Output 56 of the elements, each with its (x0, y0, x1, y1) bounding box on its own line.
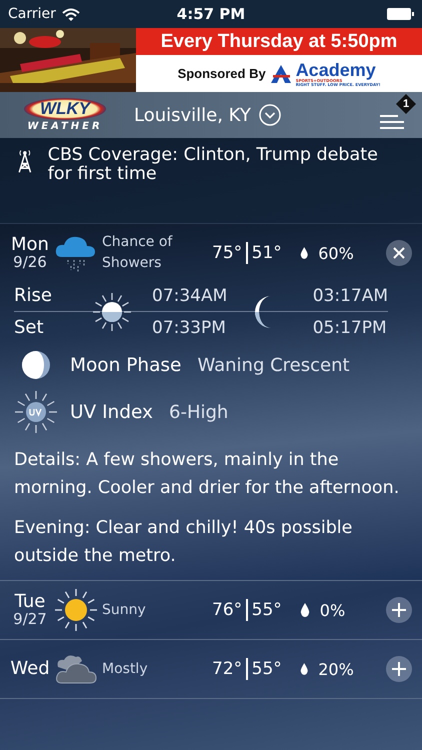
plus-icon (392, 603, 406, 617)
day-date: 9/26 (13, 254, 47, 270)
status-time: 4:57 PM (176, 5, 246, 23)
news-headline[interactable]: CBS Coverage: Clinton, Trump debate for first time (48, 146, 406, 184)
brand-name: Academy (296, 60, 376, 78)
expand-button[interactable] (386, 597, 412, 623)
rise-label: Rise (14, 284, 53, 308)
precip-chance: 20% (318, 660, 354, 678)
day-date: 9/27 (13, 612, 47, 628)
wifi-icon (62, 8, 80, 20)
raindrop-icon (300, 246, 308, 260)
battery-icon (386, 8, 414, 20)
moon-phase-label: Moon Phase (70, 354, 182, 376)
sun-icon (54, 588, 98, 632)
condition-text: Mostly (102, 660, 149, 678)
chevron-down-icon (258, 104, 281, 126)
carrier-name: Carrier (8, 6, 56, 22)
day-name: Tue (14, 592, 46, 612)
expand-button[interactable] (386, 656, 412, 682)
low-temp: 51° (252, 243, 282, 263)
moon-phase-value: Waning Crescent (197, 354, 350, 376)
day-name: Wed (10, 660, 50, 678)
location-selector[interactable]: Louisville, KY (134, 104, 281, 126)
forecast-paragraph: Evening: Clear and chilly! 40s possible outside the metro. (14, 517, 354, 568)
collapse-button[interactable] (386, 240, 412, 266)
low-temp: 55° (252, 659, 282, 679)
high-temp: 75° (212, 243, 242, 263)
precip-chance: 60% (318, 244, 354, 262)
condition-text: Sunny (102, 600, 147, 620)
uv-index-label: UV Index (70, 402, 154, 422)
logo-badge: WLKY (24, 98, 106, 120)
forecast-paragraph: Details: A few showers, mainly in the morning. Cooler and drier for the afternoon. (14, 449, 400, 500)
moonset-time: 05:17PM (312, 317, 388, 340)
close-icon (393, 247, 405, 259)
condition-text: Chance of Showers (102, 233, 174, 273)
moon-phase-icon (21, 350, 51, 380)
uv-index-value: 6-High (169, 402, 228, 422)
high-temp: 72° (212, 659, 242, 679)
logo-text: WEATHER (27, 121, 103, 132)
low-temp: 55° (252, 600, 282, 620)
day-name: Mon (11, 236, 49, 255)
set-label: Set (14, 316, 45, 340)
precip-chance: 0% (320, 600, 346, 620)
sunset-time: 07:33PM (152, 317, 227, 340)
sun-horizon-icon (92, 292, 132, 332)
raindrop-icon (300, 662, 308, 676)
uv-sun-icon (14, 390, 58, 434)
plus-icon (392, 662, 406, 676)
ad-headline: Every Thursday at 5:50pm (136, 28, 422, 55)
raindrop-icon (300, 603, 310, 617)
high-temp: 76° (212, 600, 242, 620)
notification-badge: 1 (396, 94, 416, 114)
sunrise-time: 07:34AM (152, 285, 228, 308)
moonrise-time: 03:17AM (312, 285, 388, 308)
sponsor-text: Sponsored By (178, 66, 266, 81)
brand-logo-icon (270, 64, 292, 84)
